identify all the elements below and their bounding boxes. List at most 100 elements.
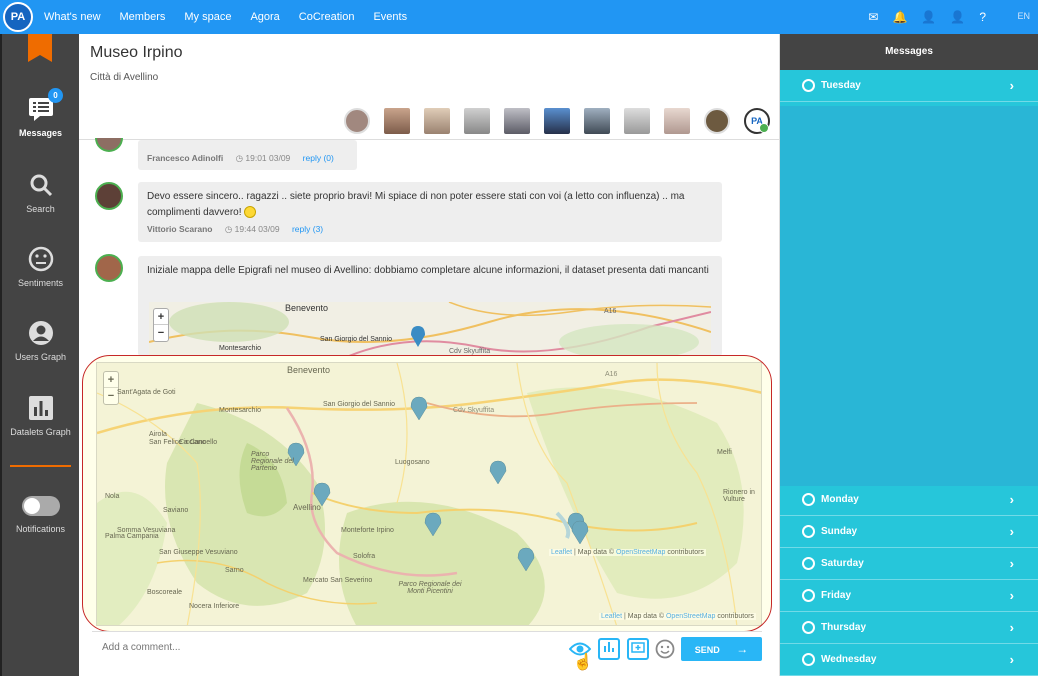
message-meta: Francesco Adinolfi ◷ 19:01 03/09 reply (… [147, 150, 348, 166]
avatar[interactable] [95, 254, 123, 282]
day-label: Tuesday [821, 80, 861, 91]
left-sidebar: 0 Messages Search Sentiments Users Graph… [0, 34, 79, 676]
sidebar-item-notifications[interactable]: Notifications [2, 496, 79, 534]
bookmark-icon[interactable] [28, 34, 52, 62]
day-label: Thursday [821, 622, 867, 633]
map-place: San Giorgio del Sannio [320, 336, 392, 343]
chart-datalet-button[interactable] [598, 638, 620, 660]
bell-icon[interactable]: 🔔 [892, 10, 907, 24]
sidebar-item-search[interactable]: Search [2, 172, 79, 214]
day-item-tuesday[interactable]: Tuesday › [780, 70, 1038, 102]
osm-link[interactable]: OpenStreetMap [616, 549, 665, 556]
map-place: Cdv Skyuffita [449, 348, 491, 355]
nav-my-space[interactable]: My space [184, 11, 231, 23]
map-place: Solofra [353, 553, 376, 560]
map-place: Saviano [163, 507, 189, 514]
message-author[interactable]: Vittorio Scarano [147, 224, 213, 234]
day-item-thursday[interactable]: Thursday › [780, 612, 1038, 644]
comment-bar: ☝ SEND → [92, 631, 762, 671]
day-item-wednesday[interactable]: Wednesday › [780, 644, 1038, 676]
map-place: Nola [105, 493, 120, 500]
nav-events[interactable]: Events [373, 11, 407, 23]
avatar[interactable] [664, 108, 690, 134]
avatar[interactable] [464, 108, 490, 134]
avatar[interactable] [584, 108, 610, 134]
avatar [95, 138, 123, 152]
avatar[interactable] [344, 108, 370, 134]
nav-members[interactable]: Members [120, 11, 166, 23]
clock-icon [802, 79, 815, 92]
comment-input[interactable] [102, 642, 402, 653]
avatar[interactable] [504, 108, 530, 134]
avatar[interactable] [95, 182, 123, 210]
map-zoom-control: + − [103, 371, 119, 405]
zoom-out-button[interactable]: − [154, 325, 168, 341]
emoji-picker-icon[interactable] [655, 639, 675, 659]
messages-badge: 0 [48, 88, 63, 103]
bar-chart-icon [28, 396, 53, 420]
map-place: Boscoreale [147, 589, 183, 596]
avatar[interactable] [704, 108, 730, 134]
clock-icon: ◷ [235, 153, 243, 163]
day-item-monday[interactable]: Monday › [780, 484, 1038, 516]
sidebar-item-sentiments[interactable]: Sentiments [2, 246, 79, 288]
nav-cocreation[interactable]: CoCreation [299, 11, 355, 23]
day-label: Saturday [821, 558, 864, 569]
map-place: Benevento [285, 303, 329, 313]
clock-icon: ◷ [224, 224, 233, 234]
avatar[interactable] [384, 108, 410, 134]
add-folder-button[interactable] [627, 638, 649, 660]
map-place: Mercato San Severino [303, 577, 373, 584]
send-button[interactable]: SEND → [681, 637, 762, 661]
message-time: 19:01 03/09 [245, 153, 291, 163]
zoom-out-button[interactable]: − [104, 388, 118, 404]
chevron-right-icon: › [1009, 492, 1014, 507]
help-icon[interactable]: ? [979, 10, 986, 24]
zoom-in-button[interactable]: + [104, 372, 118, 388]
clock-icon [802, 557, 815, 570]
message-author[interactable]: Francesco Adinolfi [147, 153, 223, 163]
map-attribution: Leaflet | Map data © OpenStreetMap contr… [599, 613, 756, 620]
leaflet-link[interactable]: Leaflet [551, 549, 572, 556]
osm-link[interactable]: OpenStreetMap [666, 613, 715, 620]
nav-agora[interactable]: Agora [250, 11, 279, 23]
avatar-self[interactable]: PA [744, 108, 770, 134]
epigraphs-map[interactable]: + − Benevento San Giorgio del Sannio Mon… [96, 362, 762, 626]
notifications-toggle[interactable] [21, 496, 60, 516]
day-item-sunday[interactable]: Sunday › [780, 516, 1038, 548]
app-logo[interactable]: PA [3, 2, 33, 32]
chevron-right-icon: › [1009, 524, 1014, 539]
message-text: Iniziale mappa delle Epigrafi nel museo … [147, 265, 709, 276]
folder-plus-icon [631, 642, 645, 653]
sidebar-datalets-graph-label: Datalets Graph [10, 427, 71, 437]
avatar[interactable] [544, 108, 570, 134]
sidebar-item-messages[interactable]: 0 Messages [2, 88, 79, 138]
language-switch[interactable]: EN [1017, 11, 1030, 21]
map-preview[interactable]: + − Benevento San Giorgio del Sannio Mon… [149, 302, 711, 356]
map-place: Parco Regionale dei Monti Picentini [398, 581, 462, 595]
cursor-hand-icon: ☝ [573, 654, 593, 671]
map-place: A16 [604, 308, 617, 315]
day-label: Sunday [821, 526, 858, 537]
day-item-saturday[interactable]: Saturday › [780, 548, 1038, 580]
map-place: Airola [149, 431, 167, 438]
map-place: Melfi [717, 449, 732, 456]
avatar[interactable] [424, 108, 450, 134]
reply-link[interactable]: reply (0) [303, 153, 334, 163]
profile-icon[interactable]: 👤 [950, 10, 965, 24]
user-icon[interactable]: 👤 [921, 10, 936, 24]
leaflet-link[interactable]: Leaflet [601, 613, 622, 620]
reply-link[interactable]: reply (3) [292, 224, 323, 234]
zoom-in-button[interactable]: + [154, 309, 168, 325]
avatar[interactable] [624, 108, 650, 134]
room-title: Museo Irpino [90, 44, 183, 61]
mail-icon[interactable]: ✉ [868, 10, 878, 24]
main-nav: What's new Members My space Agora CoCrea… [44, 0, 426, 34]
nav-whats-new[interactable]: What's new [44, 11, 101, 23]
day-item-friday[interactable]: Friday › [780, 580, 1038, 612]
bar-chart-icon [604, 642, 614, 652]
map-attribution: Leaflet | Map data © OpenStreetMap contr… [549, 549, 706, 556]
sidebar-item-datalets-graph[interactable]: Datalets Graph [2, 395, 79, 437]
sidebar-item-users-graph[interactable]: Users Graph [2, 320, 79, 362]
map-place: Rionero in Vulture [723, 489, 755, 503]
